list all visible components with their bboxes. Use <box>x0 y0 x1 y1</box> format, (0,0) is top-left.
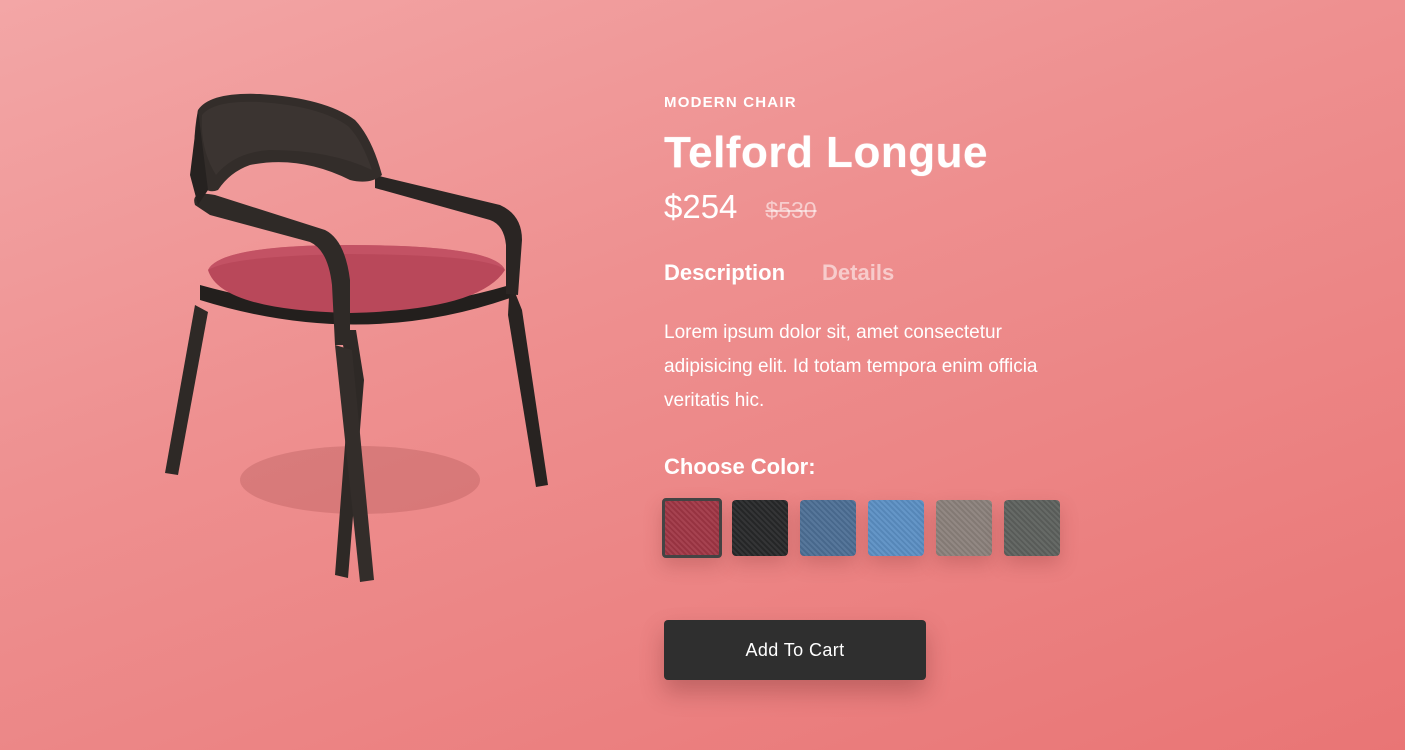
swatch-taupe[interactable] <box>936 500 992 556</box>
swatch-denim-blue[interactable] <box>800 500 856 556</box>
price-row: $254 $530 <box>664 188 1104 232</box>
swatch-black[interactable] <box>732 500 788 556</box>
product-category: MODERN CHAIR <box>664 94 797 111</box>
tab-description[interactable]: Description <box>664 260 785 286</box>
chair-illustration <box>165 93 548 582</box>
tab-details[interactable]: Details <box>822 260 894 286</box>
original-price: $530 <box>765 197 817 223</box>
swatch-charcoal-grey[interactable] <box>1004 500 1060 556</box>
current-price: $254 <box>664 188 738 225</box>
product-info: MODERN CHAIR Telford Longue $254 $530 De… <box>662 94 1104 680</box>
add-to-cart-button[interactable]: Add To Cart <box>664 620 926 680</box>
product-image <box>150 80 570 600</box>
swatch-burgundy[interactable] <box>662 498 722 558</box>
product-description: Lorem ipsum dolor sit, amet consectetur … <box>664 322 1038 411</box>
info-tabs: Description Details <box>664 258 1104 288</box>
product-title: Telford Longue <box>664 128 988 177</box>
product-page: MODERN CHAIR Telford Longue $254 $530 De… <box>0 0 1405 750</box>
color-picker-label: Choose Color: <box>664 454 816 479</box>
color-swatches <box>662 498 1104 558</box>
swatch-sky-blue[interactable] <box>868 500 924 556</box>
